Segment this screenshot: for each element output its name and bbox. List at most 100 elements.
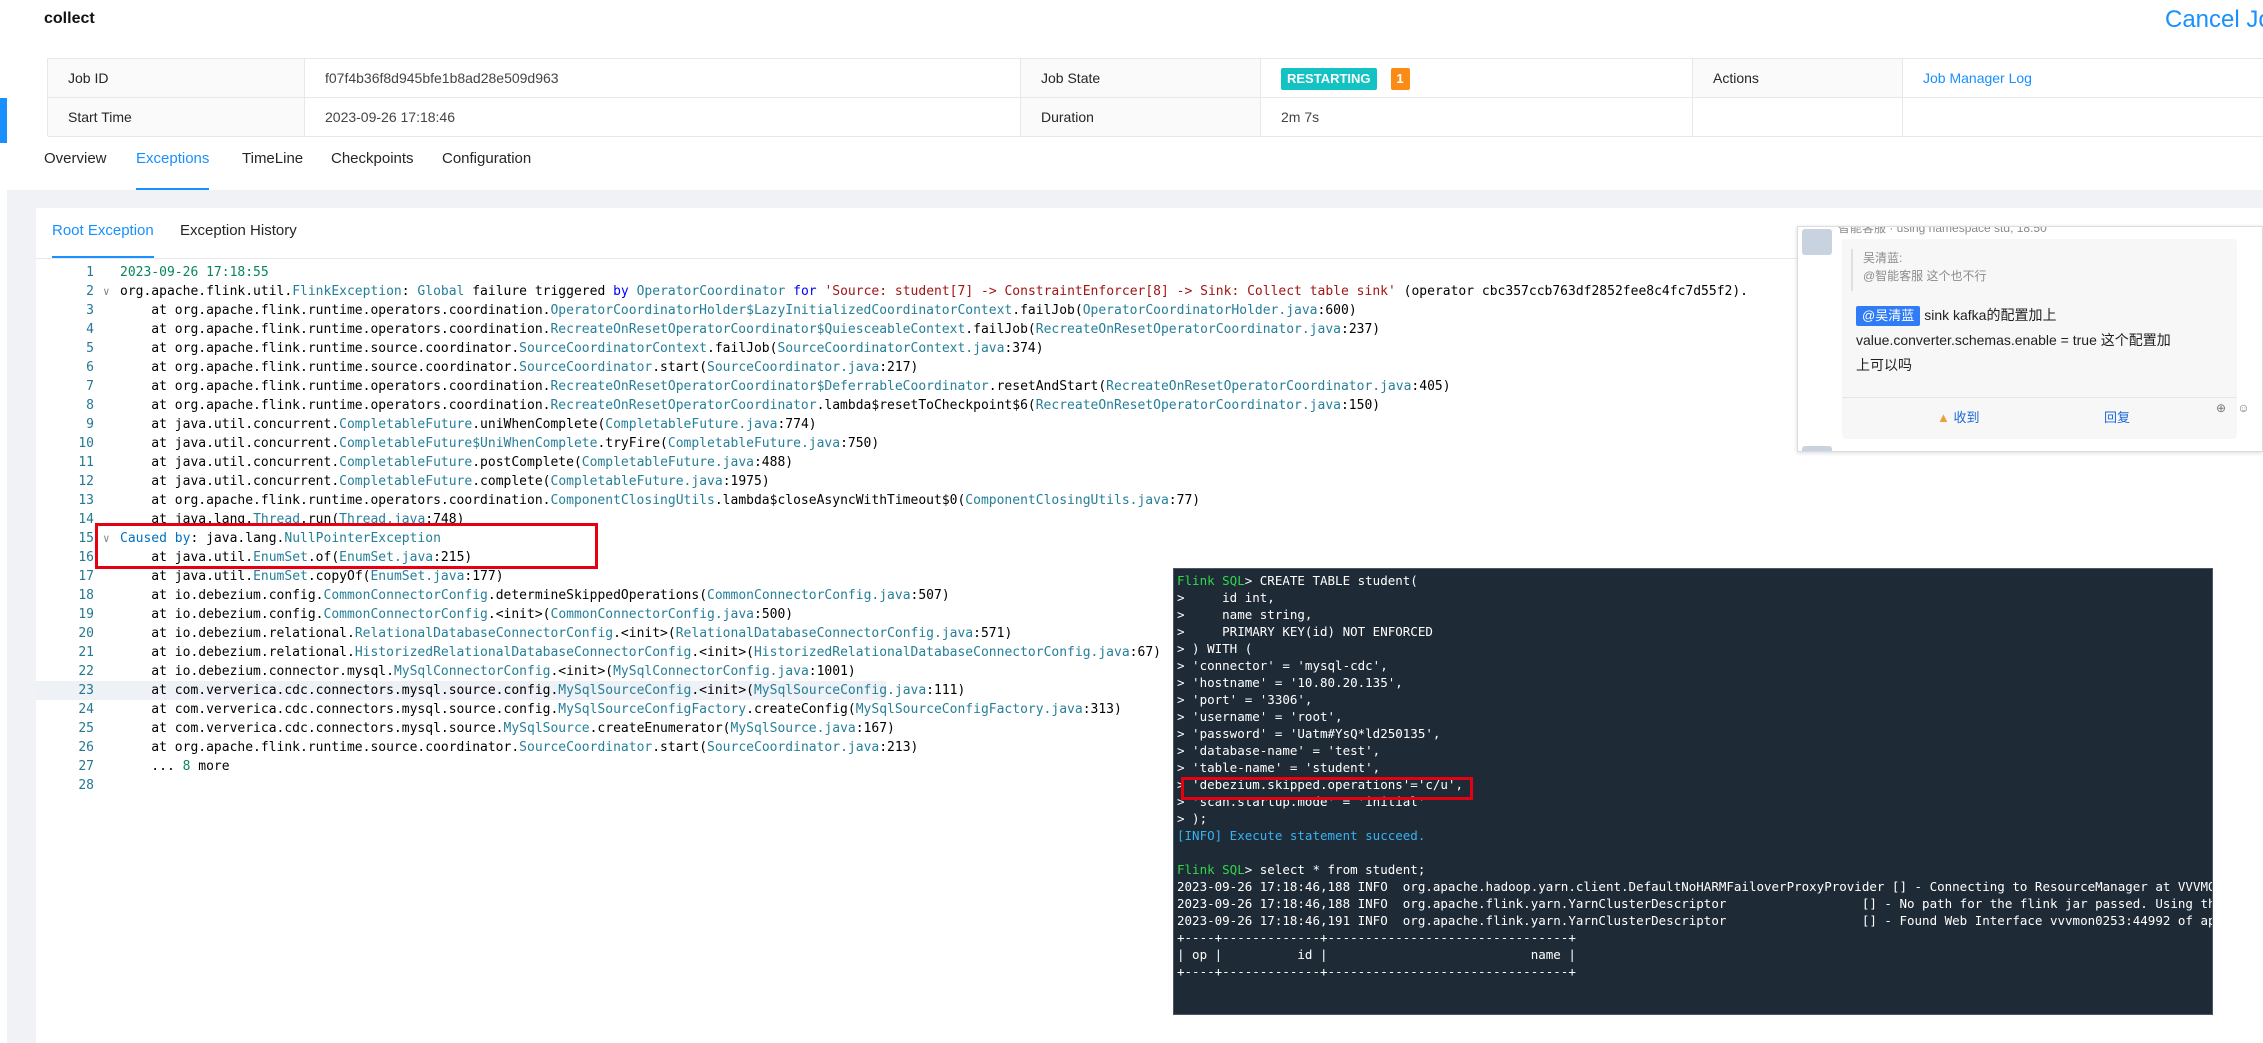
exception-timestamp: 2023-09-26 17:18:55 bbox=[120, 265, 269, 280]
job-name: collect bbox=[44, 10, 95, 27]
code-token: :177) bbox=[464, 569, 504, 584]
code-token: RecreateOnResetOperatorCoordinator$Defer… bbox=[550, 379, 989, 394]
code-token: OperatorCoordinatorHolder$LazyInitialize… bbox=[550, 303, 1013, 318]
code-token: RelationalDatabaseConnectorConfig.java bbox=[675, 626, 974, 641]
avatar bbox=[1802, 446, 1832, 451]
divider bbox=[1842, 397, 2237, 398]
tab-exceptions[interactable]: Exceptions bbox=[136, 150, 210, 190]
terminal-line: > 'username' = 'root', bbox=[1177, 709, 1343, 724]
code-token: (operator cbc357ccb763df2852fee8c4fc7d55… bbox=[1395, 284, 1749, 299]
terminal-line: > 'hostname' = '10.80.20.135', bbox=[1177, 675, 1403, 690]
code-token: at java.util.concurrent. bbox=[120, 474, 340, 489]
avatar bbox=[1802, 229, 1832, 255]
mention-tag[interactable]: @吴清蓝 bbox=[1856, 306, 1921, 326]
line-number: 12 bbox=[78, 474, 94, 489]
cancel-job-button[interactable]: Cancel Job bbox=[2165, 6, 2263, 34]
code-token: at java.util.concurrent. bbox=[120, 417, 340, 432]
code-token: .failJob( bbox=[965, 322, 1036, 337]
job-id-label: Job ID bbox=[48, 59, 305, 97]
code-token: MySqlSourceConfigFactory.java bbox=[855, 702, 1083, 717]
code-line: 9 at java.util.concurrent.CompletableFut… bbox=[36, 415, 1836, 434]
code-token: :571) bbox=[973, 626, 1013, 641]
tab-checkpoints[interactable]: Checkpoints bbox=[331, 150, 414, 190]
terminal-line: > PRIMARY KEY(id) NOT ENFORCED bbox=[1177, 624, 1433, 639]
duration-label: Duration bbox=[1021, 98, 1261, 136]
code-token: .postComplete( bbox=[472, 455, 582, 470]
line-number: 3 bbox=[86, 303, 94, 318]
line-number: 16 bbox=[78, 550, 94, 565]
code-token: : bbox=[401, 284, 418, 299]
job-state-value: RESTARTING 1 bbox=[1261, 59, 1693, 97]
code-token: RecreateOnResetOperatorCoordinator.java bbox=[1035, 322, 1341, 337]
code-line: 7 at org.apache.flink.runtime.operators.… bbox=[36, 377, 1836, 396]
code-token: :217) bbox=[879, 360, 919, 375]
code-token: :150) bbox=[1340, 398, 1381, 413]
code-token: SourceCoordinator bbox=[519, 740, 653, 755]
terminal-line: > ) WITH ( bbox=[1177, 641, 1253, 656]
code-token: .<init>( bbox=[691, 645, 754, 660]
code-token: .failJob( bbox=[1012, 303, 1083, 318]
terminal-line: Flink SQL> CREATE TABLE student( bbox=[1177, 572, 2212, 589]
line-number: 13 bbox=[78, 493, 94, 508]
code-token: more bbox=[190, 759, 230, 774]
start-time-label: Start Time bbox=[48, 98, 305, 136]
terminal-line: > 'password' = 'Uatm#YsQ*ld250135', bbox=[1177, 726, 1441, 741]
terminal-line: > 'table-name' = 'student', bbox=[1177, 760, 1381, 775]
code-token: at org.apache.flink.runtime.source.coord… bbox=[120, 740, 520, 755]
line-number: 6 bbox=[86, 360, 94, 375]
job-manager-log-link[interactable]: Job Manager Log bbox=[1923, 70, 2032, 86]
code-token: .<init>( bbox=[691, 683, 754, 698]
terminal-line: > id int, bbox=[1177, 590, 1275, 605]
message-toolbar-icons[interactable]: ⊕ ☺ ⋯ bbox=[2216, 401, 2262, 415]
fold-chevron-icon[interactable]: ∨ bbox=[103, 282, 110, 301]
code-token: .createEnumerator( bbox=[589, 721, 731, 736]
line-number: 8 bbox=[86, 398, 94, 413]
terminal-log-line: 2023-09-26 17:18:46,188 INFO org.apache.… bbox=[1177, 896, 2213, 911]
tab-root-exception[interactable]: Root Exception bbox=[52, 222, 154, 258]
code-token: at java.util. bbox=[120, 569, 254, 584]
line-number: 9 bbox=[86, 417, 94, 432]
code-token: at org.apache.flink.runtime.operators.co… bbox=[120, 493, 551, 508]
result-table-border: +----+-------------+--------------------… bbox=[1177, 964, 1576, 979]
code-token: .determineSkippedOperations( bbox=[487, 588, 708, 603]
code-token: :500) bbox=[754, 607, 794, 622]
code-token: MySqlConnectorConfig bbox=[393, 664, 551, 679]
code-line: 5 at org.apache.flink.runtime.source.coo… bbox=[36, 339, 1836, 358]
code-token: .lambda$closeAsyncWithTimeout$0( bbox=[714, 493, 966, 508]
collect-button[interactable]: ▲ 收到 bbox=[1937, 407, 1980, 426]
code-token: :600) bbox=[1317, 303, 1357, 318]
line-number: 17 bbox=[78, 569, 94, 584]
code-line: 2 ∨ org.apache.flink.util.FlinkException: … bbox=[36, 282, 1836, 301]
code-token: CompletableFuture bbox=[339, 455, 473, 470]
tab-timeline[interactable]: TimeLine bbox=[242, 150, 303, 190]
line-number: 2 bbox=[86, 284, 94, 299]
tab-overview[interactable]: Overview bbox=[44, 150, 107, 190]
line-number: 26 bbox=[78, 740, 94, 755]
empty-cell bbox=[1903, 98, 2263, 136]
code-token: .start( bbox=[652, 740, 708, 755]
code-token: :77) bbox=[1168, 493, 1201, 508]
reply-button[interactable]: 回复 bbox=[2104, 407, 2130, 426]
code-token: MySqlSource.java bbox=[730, 721, 856, 736]
code-token: at org.apache.flink.runtime.operators.co… bbox=[120, 398, 551, 413]
line-number: 10 bbox=[78, 436, 94, 451]
code-token: RelationalDatabaseConnectorConfig bbox=[354, 626, 614, 641]
code-token: at com.ververica.cdc.connectors.mysql.so… bbox=[120, 702, 559, 717]
caused-by-highlight-box bbox=[95, 523, 598, 569]
left-sidebar-rail bbox=[0, 0, 7, 1043]
chat-message-text: @吴清蓝 sink kafka的配置加上 value.converter.sche… bbox=[1856, 303, 2226, 378]
tab-configuration[interactable]: Configuration bbox=[442, 150, 531, 190]
line-number: 20 bbox=[78, 626, 94, 641]
line-number: 7 bbox=[86, 379, 94, 394]
code-line-highlighted: 23 at com.ververica.cdc.connectors.mysql… bbox=[36, 681, 965, 700]
code-token: OperatorCoordinatorHolder.java bbox=[1082, 303, 1318, 318]
message-line: sink kafka的配置加上 bbox=[1924, 307, 2057, 323]
code-token: at java.util.concurrent. bbox=[120, 455, 340, 470]
code-token: .start( bbox=[652, 360, 708, 375]
code-token: .resetAndStart( bbox=[988, 379, 1107, 394]
restart-count-badge: 1 bbox=[1390, 68, 1410, 91]
tab-exception-history[interactable]: Exception History bbox=[180, 222, 297, 258]
code-token: CompletableFuture$UniWhenComplete bbox=[339, 436, 598, 451]
chat-popup: 智能客服 · using namespace std; 18:50 吴清蓝: @… bbox=[1797, 226, 2263, 452]
